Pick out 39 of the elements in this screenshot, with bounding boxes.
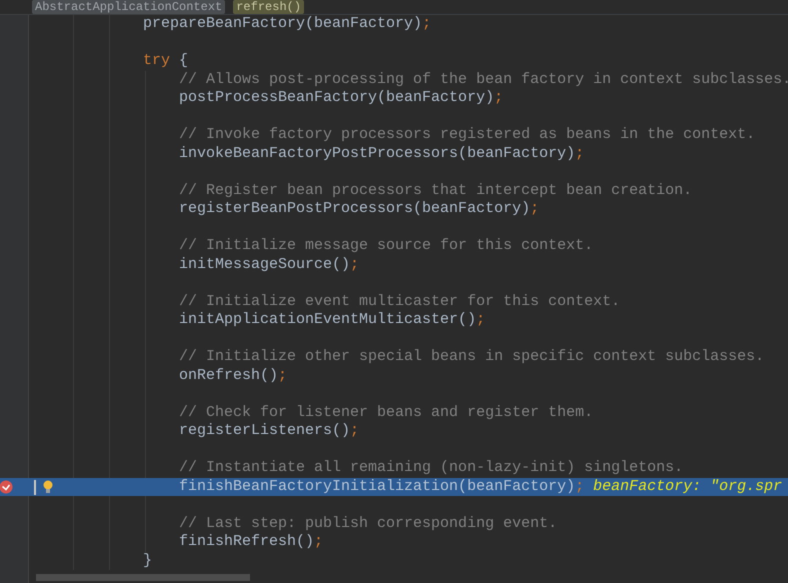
semicolon: ; — [314, 533, 324, 550]
semicolon: ; — [530, 200, 540, 217]
code-comment: // Instantiate all remaining (non-lazy-init) singletons. — [179, 459, 684, 476]
code-text: invokeBeanFactoryPostProcessors(beanFactory) — [179, 144, 576, 162]
text-cursor — [34, 480, 36, 494]
code-comment: // Allows post-processing of the bean factory in context subclasses. — [179, 70, 788, 88]
code-text: finishBeanFactoryInitialization(beanFactory) — [179, 478, 576, 494]
breadcrumb[interactable]: refresh() — [233, 0, 304, 14]
code-text: prepareBeanFactory(beanFactory) — [143, 15, 422, 32]
code-comment: // Initialize other special beans in specific context subclasses. — [179, 348, 764, 365]
code-text: } — [143, 552, 152, 568]
semicolon: ; — [350, 256, 360, 272]
code-text: onRefresh() — [179, 366, 278, 384]
code-comment: // Register bean processors that intercept bean creation. — [179, 182, 692, 198]
code-comment: // Last step: publish corresponding event. — [179, 514, 558, 532]
code-comment: // Initialize event multicaster for this context. — [179, 292, 620, 310]
code-text: finishRefresh() — [179, 533, 314, 550]
code-comment: // Invoke factory processors registered as beans in the context. — [179, 126, 756, 143]
code-text: initApplicationEventMulticaster() — [179, 311, 476, 328]
semicolon: ; — [494, 89, 504, 106]
scrollbar[interactable] — [36, 574, 250, 581]
lightbulb-icon[interactable] — [43, 480, 53, 494]
semicolon: ; — [476, 311, 486, 328]
code-text: registerBeanPostProcessors(beanFactory) — [179, 200, 530, 217]
semicolon: ; — [350, 422, 360, 439]
code-text: initMessageSource() — [179, 256, 350, 272]
keyword: try — [143, 52, 170, 69]
semicolon: ; — [422, 15, 432, 32]
inline-value: beanFactory: "org.spr — [593, 478, 782, 494]
code-comment: // Initialize message source for this context. — [179, 237, 594, 254]
code-text: { — [178, 52, 188, 69]
code-comment: // Check for listener beans and register them. — [179, 404, 594, 420]
breakpoint-icon[interactable] — [0, 480, 13, 494]
semicolon: ; — [575, 144, 584, 162]
code-text: registerListeners() — [179, 422, 350, 439]
breadcrumb[interactable]: AbstractApplicationContext — [32, 0, 226, 14]
semicolon: ; — [278, 366, 288, 384]
semicolon: ; — [575, 478, 584, 494]
code-text: postProcessBeanFactory(beanFactory) — [179, 89, 494, 106]
